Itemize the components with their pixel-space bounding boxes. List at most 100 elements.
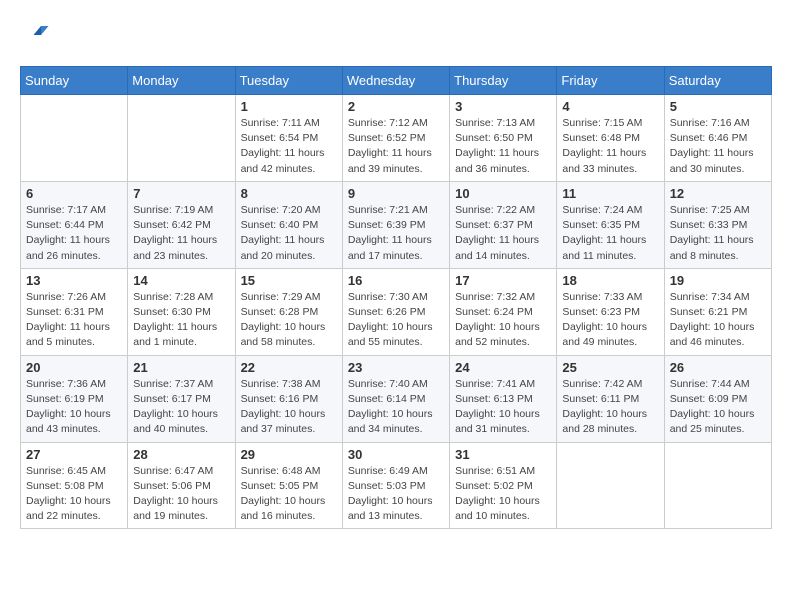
calendar-cell: 5 Sunrise: 7:16 AMSunset: 6:46 PMDaylight… [664, 95, 771, 182]
calendar-cell: 9 Sunrise: 7:21 AMSunset: 6:39 PMDaylight… [342, 181, 449, 268]
calendar-table: SundayMondayTuesdayWednesdayThursdayFrid… [20, 66, 772, 529]
calendar-cell: 13 Sunrise: 7:26 AMSunset: 6:31 PMDayligh… [21, 268, 128, 355]
day-info: Sunrise: 7:37 AMSunset: 6:17 PMDaylight:… [133, 377, 229, 438]
day-number: 22 [241, 360, 337, 375]
day-number: 23 [348, 360, 444, 375]
day-info: Sunrise: 7:15 AMSunset: 6:48 PMDaylight:… [562, 116, 658, 177]
day-number: 31 [455, 447, 551, 462]
calendar-week-3: 13 Sunrise: 7:26 AMSunset: 6:31 PMDayligh… [21, 268, 772, 355]
day-number: 21 [133, 360, 229, 375]
calendar-cell: 7 Sunrise: 7:19 AMSunset: 6:42 PMDaylight… [128, 181, 235, 268]
day-info: Sunrise: 7:38 AMSunset: 6:16 PMDaylight:… [241, 377, 337, 438]
calendar-header-wednesday: Wednesday [342, 67, 449, 95]
day-number: 29 [241, 447, 337, 462]
calendar-cell: 21 Sunrise: 7:37 AMSunset: 6:17 PMDayligh… [128, 355, 235, 442]
calendar-cell: 14Sunrise: 7:28 AMSunset: 6:30 PMDayligh… [128, 268, 235, 355]
day-number: 9 [348, 186, 444, 201]
calendar-cell: 15 Sunrise: 7:29 AMSunset: 6:28 PMDayligh… [235, 268, 342, 355]
calendar-cell: 1 Sunrise: 7:11 AMSunset: 6:54 PMDaylight… [235, 95, 342, 182]
calendar-cell: 12Sunrise: 7:25 AMSunset: 6:33 PMDayligh… [664, 181, 771, 268]
calendar-cell: 17Sunrise: 7:32 AMSunset: 6:24 PMDayligh… [450, 268, 557, 355]
calendar-cell: 2Sunrise: 7:12 AMSunset: 6:52 PMDaylight… [342, 95, 449, 182]
day-info: Sunrise: 7:20 AMSunset: 6:40 PMDaylight:… [241, 203, 337, 264]
calendar-cell: 20 Sunrise: 7:36 AMSunset: 6:19 PMDayligh… [21, 355, 128, 442]
day-info: Sunrise: 7:21 AMSunset: 6:39 PMDaylight:… [348, 203, 444, 264]
day-number: 28 [133, 447, 229, 462]
day-info: Sunrise: 6:48 AMSunset: 5:05 PMDaylight:… [241, 464, 337, 525]
calendar-cell: 18 Sunrise: 7:33 AMSunset: 6:23 PMDayligh… [557, 268, 664, 355]
calendar-header-thursday: Thursday [450, 67, 557, 95]
day-info: Sunrise: 7:40 AMSunset: 6:14 PMDaylight:… [348, 377, 444, 438]
day-number: 27 [26, 447, 122, 462]
day-info: Sunrise: 7:29 AMSunset: 6:28 PMDaylight:… [241, 290, 337, 351]
calendar-cell: 30 Sunrise: 6:49 AMSunset: 5:03 PMDayligh… [342, 442, 449, 529]
calendar-cell: 8 Sunrise: 7:20 AMSunset: 6:40 PMDaylight… [235, 181, 342, 268]
day-info: Sunrise: 7:16 AMSunset: 6:46 PMDaylight:… [670, 116, 766, 177]
calendar-header-saturday: Saturday [664, 67, 771, 95]
calendar-header-friday: Friday [557, 67, 664, 95]
day-info: Sunrise: 7:13 AMSunset: 6:50 PMDaylight:… [455, 116, 551, 177]
day-info: Sunrise: 7:17 AMSunset: 6:44 PMDaylight:… [26, 203, 122, 264]
calendar-header-monday: Monday [128, 67, 235, 95]
day-info: Sunrise: 7:19 AMSunset: 6:42 PMDaylight:… [133, 203, 229, 264]
day-number: 25 [562, 360, 658, 375]
day-info: Sunrise: 6:51 AMSunset: 5:02 PMDaylight:… [455, 464, 551, 525]
calendar-cell: 10 Sunrise: 7:22 AMSunset: 6:37 PMDayligh… [450, 181, 557, 268]
day-info: Sunrise: 7:30 AMSunset: 6:26 PMDaylight:… [348, 290, 444, 351]
day-number: 26 [670, 360, 766, 375]
calendar-cell: 23 Sunrise: 7:40 AMSunset: 6:14 PMDayligh… [342, 355, 449, 442]
calendar-cell [664, 442, 771, 529]
calendar-cell: 31 Sunrise: 6:51 AMSunset: 5:02 PMDayligh… [450, 442, 557, 529]
day-number: 11 [562, 186, 658, 201]
day-info: Sunrise: 7:41 AMSunset: 6:13 PMDaylight:… [455, 377, 551, 438]
page-header [20, 20, 772, 50]
day-info: Sunrise: 7:33 AMSunset: 6:23 PMDaylight:… [562, 290, 658, 351]
calendar-cell [128, 95, 235, 182]
day-info: Sunrise: 6:45 AMSunset: 5:08 PMDaylight:… [26, 464, 122, 525]
calendar-cell: 27 Sunrise: 6:45 AMSunset: 5:08 PMDayligh… [21, 442, 128, 529]
calendar-week-5: 27 Sunrise: 6:45 AMSunset: 5:08 PMDayligh… [21, 442, 772, 529]
calendar-body: 1 Sunrise: 7:11 AMSunset: 6:54 PMDaylight… [21, 95, 772, 529]
day-number: 7 [133, 186, 229, 201]
calendar-cell: 24 Sunrise: 7:41 AMSunset: 6:13 PMDayligh… [450, 355, 557, 442]
day-number: 15 [241, 273, 337, 288]
calendar-cell: 25 Sunrise: 7:42 AMSunset: 6:11 PMDayligh… [557, 355, 664, 442]
day-number: 18 [562, 273, 658, 288]
day-info: Sunrise: 6:47 AMSunset: 5:06 PMDaylight:… [133, 464, 229, 525]
day-info: Sunrise: 7:42 AMSunset: 6:11 PMDaylight:… [562, 377, 658, 438]
day-number: 20 [26, 360, 122, 375]
day-info: Sunrise: 7:11 AMSunset: 6:54 PMDaylight:… [241, 116, 337, 177]
day-info: Sunrise: 7:44 AMSunset: 6:09 PMDaylight:… [670, 377, 766, 438]
day-number: 8 [241, 186, 337, 201]
calendar-cell: 28 Sunrise: 6:47 AMSunset: 5:06 PMDayligh… [128, 442, 235, 529]
calendar-week-2: 6Sunrise: 7:17 AMSunset: 6:44 PMDaylight… [21, 181, 772, 268]
day-number: 1 [241, 99, 337, 114]
logo [20, 20, 54, 50]
day-info: Sunrise: 7:36 AMSunset: 6:19 PMDaylight:… [26, 377, 122, 438]
logo-icon [20, 20, 50, 50]
calendar-header-sunday: Sunday [21, 67, 128, 95]
day-info: Sunrise: 7:26 AMSunset: 6:31 PMDaylight:… [26, 290, 122, 351]
day-number: 10 [455, 186, 551, 201]
calendar-cell: 3 Sunrise: 7:13 AMSunset: 6:50 PMDaylight… [450, 95, 557, 182]
day-number: 19 [670, 273, 766, 288]
day-number: 4 [562, 99, 658, 114]
calendar-week-4: 20 Sunrise: 7:36 AMSunset: 6:19 PMDayligh… [21, 355, 772, 442]
calendar-cell: 4 Sunrise: 7:15 AMSunset: 6:48 PMDaylight… [557, 95, 664, 182]
calendar-cell: 29 Sunrise: 6:48 AMSunset: 5:05 PMDayligh… [235, 442, 342, 529]
day-number: 13 [26, 273, 122, 288]
calendar-cell [557, 442, 664, 529]
day-info: Sunrise: 7:12 AMSunset: 6:52 PMDaylight:… [348, 116, 444, 177]
day-number: 5 [670, 99, 766, 114]
day-info: Sunrise: 7:28 AMSunset: 6:30 PMDaylight:… [133, 290, 229, 351]
day-number: 24 [455, 360, 551, 375]
day-info: Sunrise: 7:25 AMSunset: 6:33 PMDaylight:… [670, 203, 766, 264]
day-info: Sunrise: 6:49 AMSunset: 5:03 PMDaylight:… [348, 464, 444, 525]
day-info: Sunrise: 7:22 AMSunset: 6:37 PMDaylight:… [455, 203, 551, 264]
calendar-cell: 19 Sunrise: 7:34 AMSunset: 6:21 PMDayligh… [664, 268, 771, 355]
calendar-cell: 26 Sunrise: 7:44 AMSunset: 6:09 PMDayligh… [664, 355, 771, 442]
day-info: Sunrise: 7:34 AMSunset: 6:21 PMDaylight:… [670, 290, 766, 351]
day-number: 30 [348, 447, 444, 462]
calendar-cell: 11Sunrise: 7:24 AMSunset: 6:35 PMDayligh… [557, 181, 664, 268]
day-number: 3 [455, 99, 551, 114]
